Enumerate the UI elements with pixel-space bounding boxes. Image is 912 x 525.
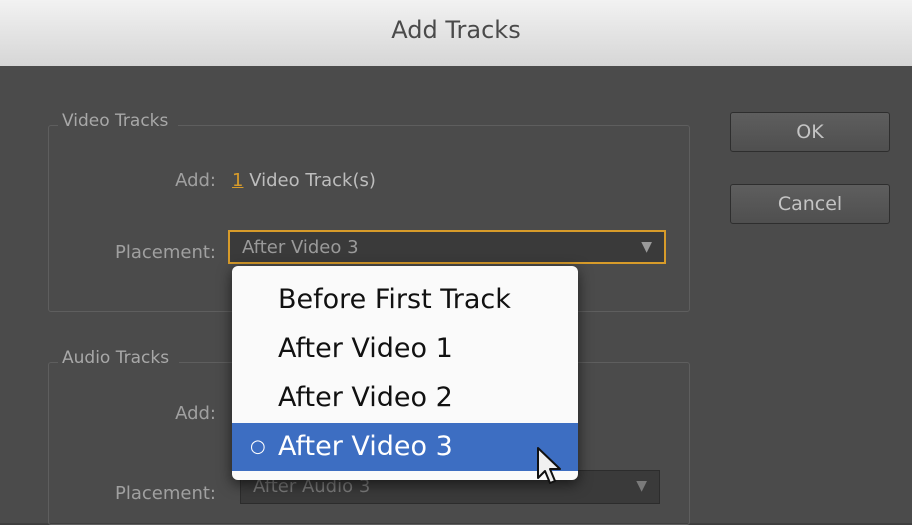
audio-tracks-heading: Audio Tracks xyxy=(58,348,180,368)
ok-button[interactable]: OK xyxy=(730,112,890,152)
audio-add-label: Add: xyxy=(175,403,216,424)
title-bar: Add Tracks xyxy=(0,0,912,67)
video-track-count[interactable]: 1 xyxy=(232,170,243,191)
menu-item-after-video-1[interactable]: After Video 1 xyxy=(232,325,578,373)
video-placement-label: Placement: xyxy=(115,242,216,263)
chevron-down-icon: ▼ xyxy=(641,239,652,255)
audio-placement-label: Placement: xyxy=(115,483,216,504)
video-tracks-heading: Video Tracks xyxy=(58,111,179,131)
chevron-down-icon: ▼ xyxy=(636,478,647,494)
menu-item-label: After Video 3 xyxy=(278,431,453,462)
dialog-title: Add Tracks xyxy=(391,16,521,44)
radio-dot-icon: ○ xyxy=(250,436,266,457)
menu-item-before-first-track[interactable]: Before First Track xyxy=(232,276,578,324)
placement-dropdown-menu: Before First Track After Video 1 After V… xyxy=(232,266,578,480)
video-placement-select[interactable]: After Video 3 ▼ xyxy=(228,230,666,264)
cancel-button[interactable]: Cancel xyxy=(730,184,890,224)
video-add-label: Add: xyxy=(175,170,216,191)
menu-item-after-video-3[interactable]: ○ After Video 3 xyxy=(232,423,578,471)
menu-item-after-video-2[interactable]: After Video 2 xyxy=(232,374,578,422)
video-track-suffix: Video Track(s) xyxy=(249,170,376,191)
mouse-pointer-icon xyxy=(537,447,561,484)
video-placement-value: After Video 3 xyxy=(242,237,359,258)
video-add-field[interactable]: 1 Video Track(s) xyxy=(232,170,376,191)
